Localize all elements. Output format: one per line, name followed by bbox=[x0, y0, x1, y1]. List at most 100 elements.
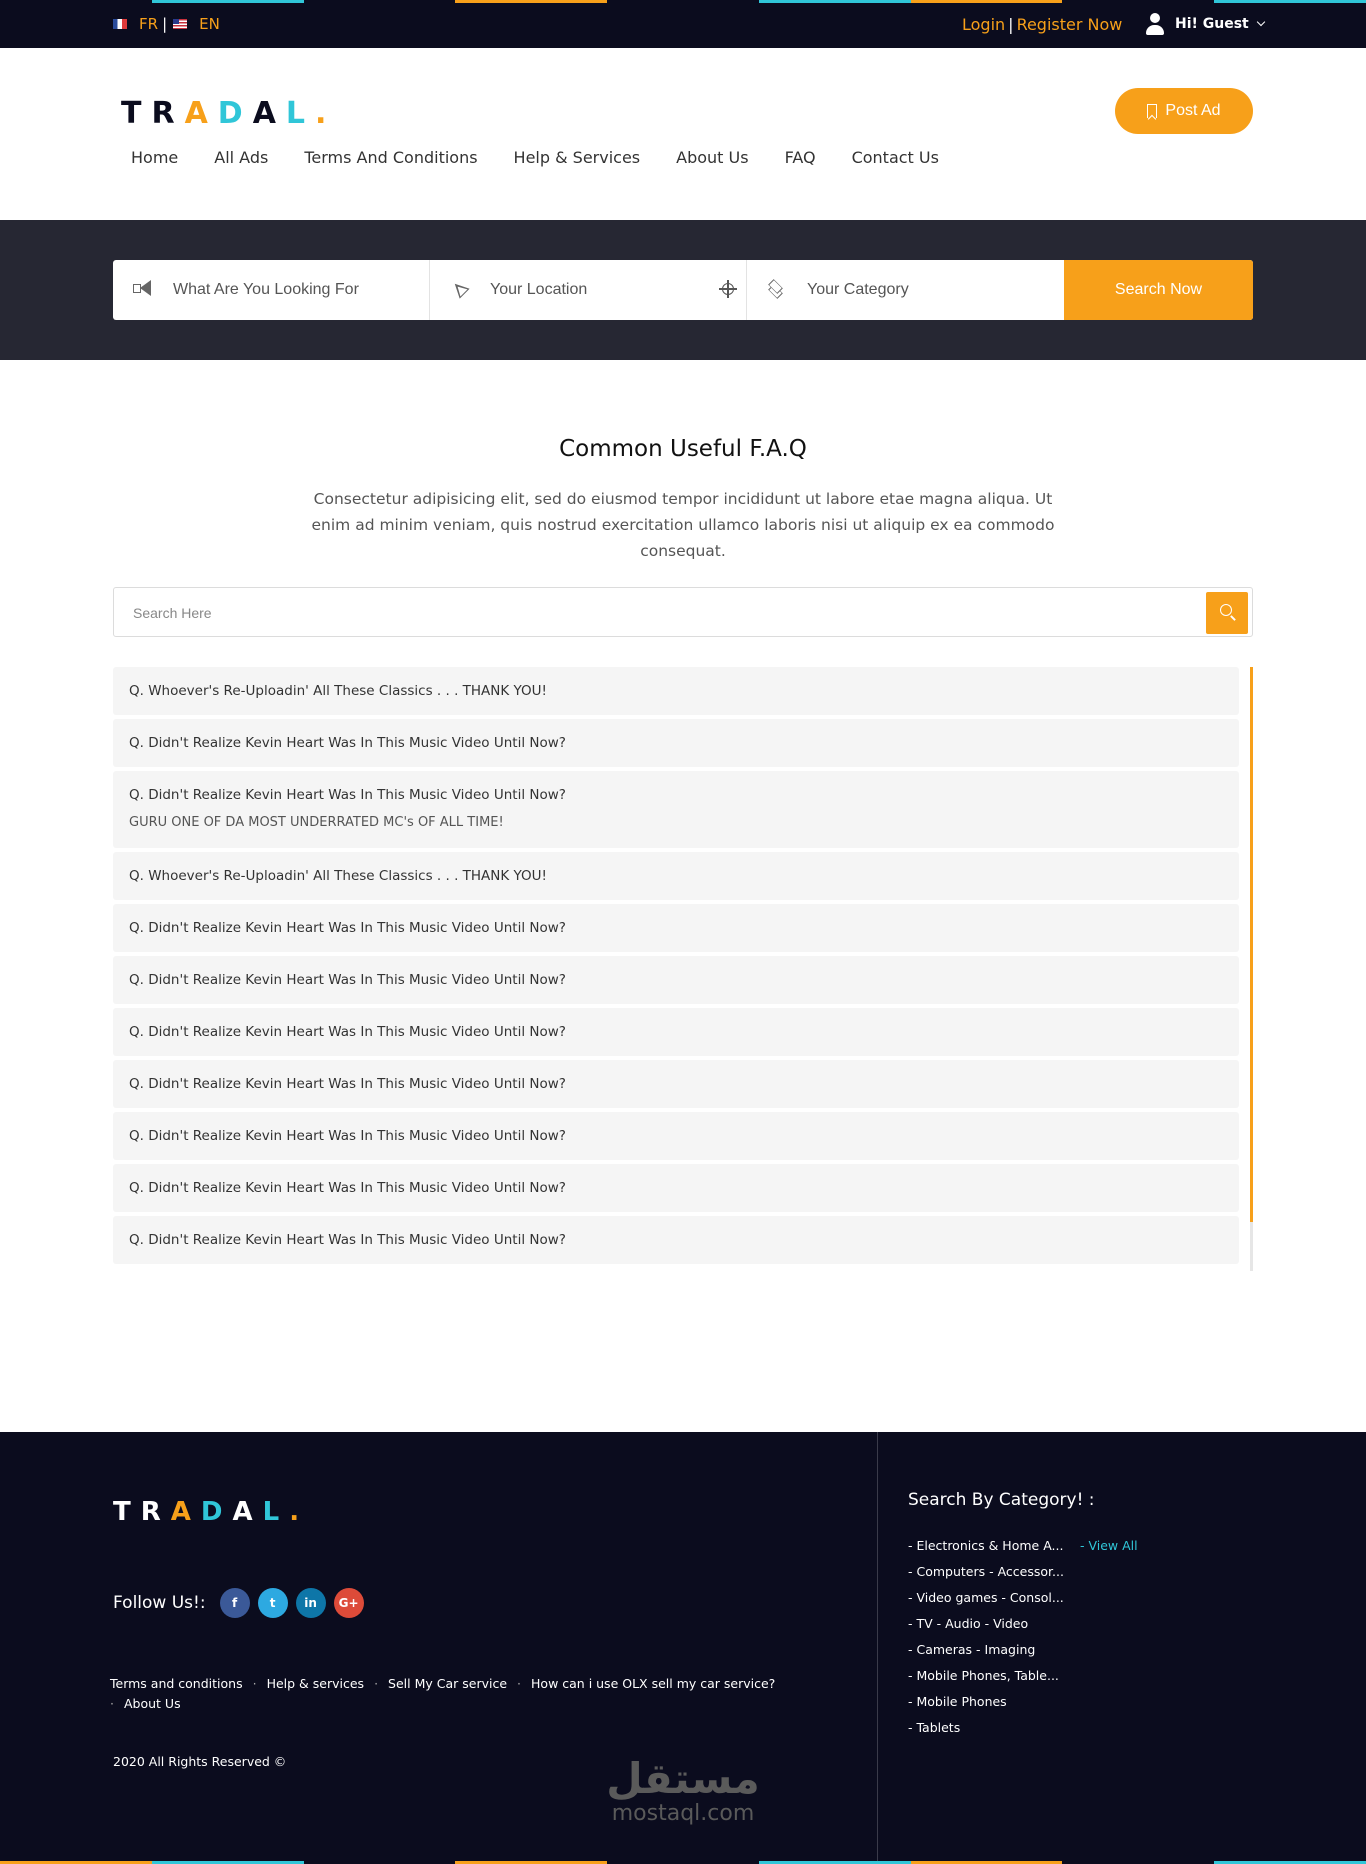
logo-letter: D bbox=[217, 96, 253, 131]
site-logo[interactable]: TRADAL. bbox=[121, 96, 336, 131]
us-flag-icon bbox=[173, 19, 188, 29]
search-now-button[interactable]: Search Now bbox=[1064, 260, 1253, 320]
footer-link[interactable]: How can i use OLX sell my car service? bbox=[531, 1676, 775, 1691]
faq-question[interactable]: Q. Didn't Realize Kevin Heart Was In Thi… bbox=[129, 956, 1223, 1004]
logo-letter: R bbox=[151, 96, 185, 131]
nav-terms[interactable]: Terms And Conditions bbox=[304, 148, 477, 167]
faq-question[interactable]: Q. Didn't Realize Kevin Heart Was In Thi… bbox=[129, 719, 1223, 767]
category-link[interactable]: - Cameras - Imaging bbox=[908, 1637, 1064, 1663]
faq-scrollbar[interactable] bbox=[1250, 667, 1253, 1271]
faq-question[interactable]: Q. Didn't Realize Kevin Heart Was In Thi… bbox=[129, 1164, 1223, 1212]
layers-icon bbox=[765, 279, 787, 301]
faq-question[interactable]: Q. Whoever's Re-Uploadin' All These Clas… bbox=[129, 667, 1223, 715]
faq-item[interactable]: Q. Didn't Realize Kevin Heart Was In Thi… bbox=[113, 956, 1239, 1004]
linkedin-icon[interactable]: in bbox=[295, 1588, 326, 1618]
google-plus-icon[interactable]: G+ bbox=[333, 1588, 364, 1618]
link-separator: · bbox=[517, 1676, 522, 1691]
faq-answer: GURU ONE OF DA MOST UNDERRATED MC's OF A… bbox=[129, 815, 504, 830]
logo-letter: . bbox=[315, 96, 337, 131]
location-field[interactable]: Your Location bbox=[430, 260, 747, 320]
faq-item[interactable]: Q. Didn't Realize Kevin Heart Was In Thi… bbox=[113, 1112, 1239, 1160]
faq-question[interactable]: Q. Didn't Realize Kevin Heart Was In Thi… bbox=[129, 1060, 1223, 1108]
category-link[interactable]: - Video games - Consol... bbox=[908, 1585, 1064, 1611]
logo-letter: . bbox=[289, 1497, 310, 1527]
faq-item[interactable]: Q. Didn't Realize Kevin Heart Was In Thi… bbox=[113, 1060, 1239, 1108]
faq-description: Consectetur adipisicing elit, sed do eiu… bbox=[311, 490, 1055, 560]
faq-item[interactable]: Q. Didn't Realize Kevin Heart Was In Thi… bbox=[113, 904, 1239, 952]
footer-link[interactable]: About Us bbox=[124, 1696, 181, 1711]
faq-list: Q. Whoever's Re-Uploadin' All These Clas… bbox=[113, 667, 1239, 1268]
footer-link[interactable]: Help & services bbox=[267, 1676, 364, 1691]
facebook-icon[interactable]: f bbox=[219, 1588, 250, 1618]
copyright: 2020 All Rights Reserved © bbox=[113, 1754, 287, 1769]
logo-letter: L bbox=[262, 1497, 290, 1527]
chevron-down-icon bbox=[1256, 17, 1266, 27]
faq-question[interactable]: Q. Didn't Realize Kevin Heart Was In Thi… bbox=[129, 1112, 1223, 1160]
faq-title: Common Useful F.A.Q bbox=[559, 436, 807, 462]
logo-letter: D bbox=[200, 1497, 233, 1527]
nav-faq[interactable]: FAQ bbox=[785, 148, 816, 167]
category-link[interactable]: - Mobile Phones, Table... bbox=[908, 1663, 1064, 1689]
link-separator: · bbox=[252, 1676, 257, 1691]
lang-en-link[interactable]: EN bbox=[199, 15, 220, 33]
faq-question[interactable]: Q. Didn't Realize Kevin Heart Was In Thi… bbox=[129, 1008, 1223, 1056]
category-link[interactable]: - Tablets bbox=[908, 1715, 1064, 1741]
faq-item[interactable]: Q. Didn't Realize Kevin Heart Was In Thi… bbox=[113, 719, 1239, 767]
register-link[interactable]: Register Now bbox=[1017, 15, 1123, 34]
nav-all-ads[interactable]: All Ads bbox=[214, 148, 268, 167]
faq-scrollbar-thumb[interactable] bbox=[1250, 667, 1253, 1222]
follow-us: Follow Us!: f t in G+ bbox=[113, 1588, 372, 1618]
search-icon bbox=[1220, 604, 1232, 616]
footer-link[interactable]: Sell My Car service bbox=[388, 1676, 507, 1691]
location-placeholder: Your Location bbox=[490, 281, 588, 298]
faq-search-box bbox=[113, 587, 1253, 637]
logo-letter: R bbox=[140, 1497, 171, 1527]
faq-item[interactable]: Q. Whoever's Re-Uploadin' All These Clas… bbox=[113, 852, 1239, 900]
faq-question[interactable]: Q. Didn't Realize Kevin Heart Was In Thi… bbox=[129, 771, 1223, 819]
faq-item[interactable]: Q. Whoever's Re-Uploadin' All These Clas… bbox=[113, 667, 1239, 715]
logo-letter: A bbox=[184, 96, 218, 131]
france-flag-icon bbox=[113, 19, 127, 29]
faq-item[interactable]: Q. Didn't Realize Kevin Heart Was In Thi… bbox=[113, 1008, 1239, 1056]
faq-search-button[interactable] bbox=[1206, 592, 1248, 634]
footer-logo[interactable]: TRADAL. bbox=[113, 1497, 309, 1527]
location-arrow-icon bbox=[448, 279, 470, 301]
top-bar: FR | EN Login | Register Now Hi! Guest bbox=[0, 0, 1366, 48]
category-link[interactable]: - Computers - Accessor... bbox=[908, 1559, 1064, 1585]
nav-help[interactable]: Help & Services bbox=[514, 148, 641, 167]
category-placeholder: Your Category bbox=[807, 281, 909, 298]
lang-fr-link[interactable]: FR bbox=[139, 15, 158, 33]
category-title: Search By Category! : bbox=[908, 1490, 1095, 1510]
user-menu[interactable]: Hi! Guest bbox=[1146, 13, 1266, 35]
nav-about[interactable]: About Us bbox=[676, 148, 748, 167]
category-link[interactable]: - TV - Audio - Video bbox=[908, 1611, 1064, 1637]
keyword-field[interactable]: What Are You Looking For bbox=[113, 260, 430, 320]
faq-item[interactable]: Q. Didn't Realize Kevin Heart Was In Thi… bbox=[113, 771, 1239, 848]
post-ad-label: Post Ad bbox=[1165, 102, 1221, 119]
main-nav: Home All Ads Terms And Conditions Help &… bbox=[131, 148, 975, 167]
faq-question[interactable]: Q. Whoever's Re-Uploadin' All These Clas… bbox=[129, 852, 1223, 900]
faq-search-input[interactable] bbox=[133, 602, 1133, 624]
twitter-icon[interactable]: t bbox=[257, 1588, 288, 1618]
category-link[interactable]: - Electronics & Home A... bbox=[908, 1533, 1064, 1559]
logo-letter: T bbox=[113, 1497, 141, 1527]
nav-home[interactable]: Home bbox=[131, 148, 178, 167]
login-link[interactable]: Login bbox=[962, 15, 1005, 34]
faq-question[interactable]: Q. Didn't Realize Kevin Heart Was In Thi… bbox=[129, 904, 1223, 952]
category-field[interactable]: Your Category bbox=[747, 260, 1064, 320]
logo-letter: A bbox=[252, 96, 286, 131]
footer-link[interactable]: Terms and conditions bbox=[110, 1676, 243, 1691]
post-ad-button[interactable]: Post Ad bbox=[1115, 88, 1253, 134]
logo-letter: A bbox=[170, 1497, 201, 1527]
logo-letter: T bbox=[121, 96, 152, 131]
follow-label: Follow Us!: bbox=[113, 1593, 206, 1613]
view-all-link[interactable]: - View All bbox=[1080, 1533, 1138, 1559]
logo-letter: L bbox=[285, 96, 316, 131]
category-link[interactable]: - Mobile Phones bbox=[908, 1689, 1064, 1715]
nav-contact[interactable]: Contact Us bbox=[852, 148, 939, 167]
faq-item[interactable]: Q. Didn't Realize Kevin Heart Was In Thi… bbox=[113, 1164, 1239, 1212]
faq-question[interactable]: Q. Didn't Realize Kevin Heart Was In Thi… bbox=[129, 1216, 1223, 1264]
category-list: - Electronics & Home A... - Computers - A… bbox=[908, 1533, 1064, 1741]
crosshair-icon[interactable] bbox=[719, 280, 737, 298]
faq-item[interactable]: Q. Didn't Realize Kevin Heart Was In Thi… bbox=[113, 1216, 1239, 1264]
